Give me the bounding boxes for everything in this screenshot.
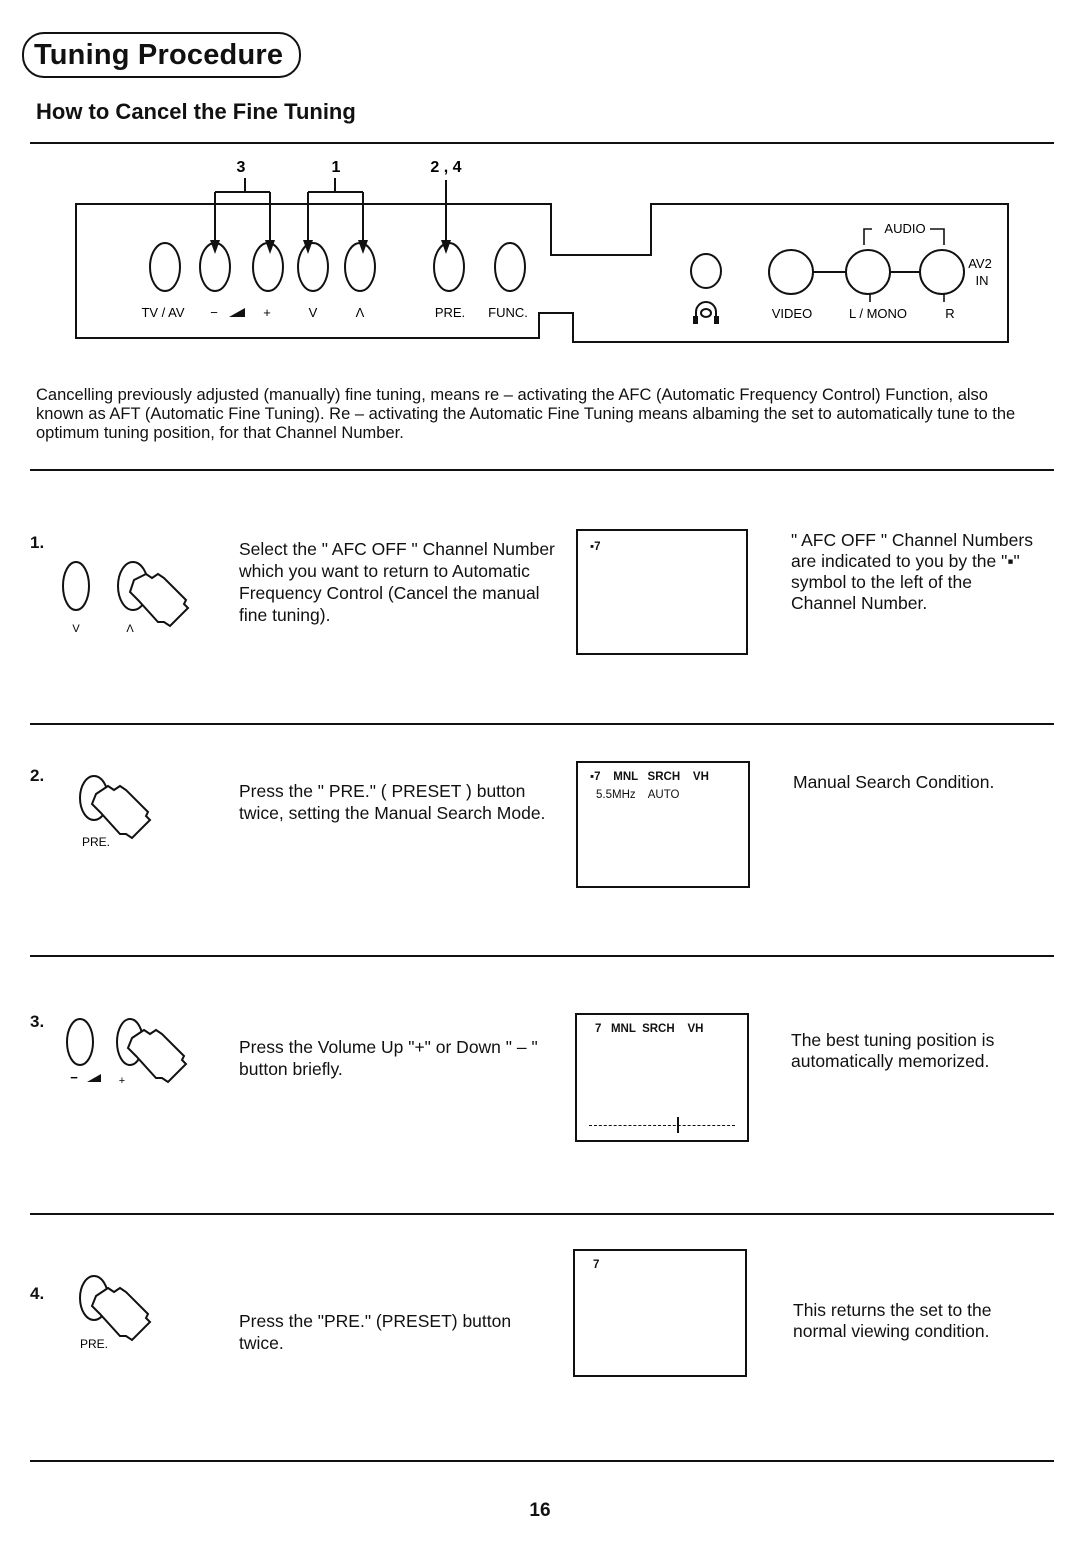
- audio-left-jack[interactable]: [845, 249, 891, 295]
- step-4-number: 4.: [30, 1284, 45, 1303]
- intro-paragraph: Cancelling previously adjusted (manually…: [36, 386, 1016, 442]
- screen-line-1: 7: [593, 1259, 600, 1271]
- callout-label-2-4: 2 , 4: [430, 159, 461, 176]
- headphone-jack-icon: [693, 301, 719, 324]
- tuning-position-marker: [676, 1117, 679, 1133]
- step-3-instruction: Press the Volume Up "+" or Down " – " bu…: [239, 1037, 538, 1079]
- preset-label: PRE.: [435, 305, 465, 320]
- section-title: Tuning Procedure: [34, 38, 284, 71]
- step-3-tv-screen: 7 MNL SRCH VH: [575, 1013, 749, 1142]
- av2-label: AV2: [968, 256, 992, 271]
- volume-down-label: −: [210, 305, 218, 320]
- step-4-tv-screen: 7: [573, 1249, 747, 1377]
- channel-down-label: V: [309, 305, 318, 320]
- volume-up-button[interactable]: [252, 242, 284, 292]
- preset-button[interactable]: [433, 242, 465, 292]
- divider: [30, 1460, 1054, 1462]
- pointing-hand-icon: [90, 1286, 152, 1342]
- step-1-label-up: Λ: [126, 623, 134, 635]
- step-3-note: The best tuning position is automaticall…: [791, 1030, 995, 1071]
- divider: [30, 1213, 1054, 1215]
- pointing-hand-icon: [126, 1028, 188, 1084]
- video-jack[interactable]: [768, 249, 814, 295]
- step-2-button-illustration: PRE.: [79, 775, 152, 849]
- callout-label-1: 1: [332, 159, 341, 176]
- channel-down-button[interactable]: [297, 242, 329, 292]
- screen-line-1: ▪7 MNL SRCH VH: [590, 771, 709, 783]
- headphone-jack[interactable]: [690, 253, 722, 289]
- step-2-number: 2.: [30, 766, 45, 785]
- screen-line-1: ▪7: [590, 541, 601, 553]
- audio-right-jack[interactable]: [919, 249, 965, 295]
- tv-av-label: TV / AV: [141, 305, 184, 320]
- pointing-hand-icon: [90, 784, 152, 840]
- step-1-note: " AFC OFF " Channel Numbers are indicate…: [791, 530, 1033, 613]
- step-1-tv-screen: ▪7: [576, 529, 748, 655]
- tv-control-panel-diagram: 3 1 2 , 4 TV / AV − + V Λ PRE. FUNC. AUD…: [75, 159, 1009, 343]
- step-4-label-pre: PRE.: [80, 1337, 108, 1351]
- arrow-heads: [210, 240, 451, 254]
- divider: [30, 469, 1054, 471]
- step-4-instruction: Press the "PRE." (PRESET) button twice.: [239, 1311, 512, 1353]
- function-button[interactable]: [494, 242, 526, 292]
- step-3-number: 3.: [30, 1012, 45, 1031]
- step-2-instruction: Press the " PRE." ( PRESET ) button twic…: [239, 781, 546, 823]
- volume-up-label: +: [263, 305, 271, 320]
- step-1-instruction: Select the " AFC OFF " Channel Number wh…: [239, 539, 555, 625]
- step-3-button-illustration: − +: [66, 1018, 188, 1087]
- step-2-note: Manual Search Condition.: [793, 772, 995, 792]
- step-1-number: 1.: [30, 533, 45, 552]
- volume-wedge-icon: [229, 308, 245, 317]
- screen-line-2: 5.5MHz AUTO: [596, 789, 680, 801]
- step-1-label-down: V: [72, 623, 80, 635]
- divider: [30, 723, 1054, 725]
- page-subtitle: How to Cancel the Fine Tuning: [36, 99, 356, 124]
- fine-tuning-bar: [589, 1117, 735, 1133]
- channel-up-label: Λ: [356, 305, 365, 320]
- callout-arrows: [214, 178, 447, 245]
- section-title-badge: Tuning Procedure: [22, 32, 302, 78]
- function-label: FUNC.: [488, 305, 528, 320]
- pointing-hand-icon: [128, 572, 190, 628]
- divider: [30, 955, 1054, 957]
- step-2-tv-screen: ▪7 MNL SRCH VH 5.5MHz AUTO: [576, 761, 750, 888]
- step-3-label-minus: −: [70, 1070, 78, 1085]
- divider: [30, 142, 1054, 144]
- step-4-button-illustration: PRE.: [79, 1275, 152, 1351]
- volume-wedge-icon: [87, 1074, 101, 1082]
- right-jack-label: R: [945, 306, 954, 321]
- volume-down-button-icon: [66, 1018, 94, 1066]
- channel-down-button-icon: [62, 561, 90, 611]
- step-2-label-pre: PRE.: [82, 835, 110, 849]
- audio-group-label: AUDIO: [884, 221, 925, 236]
- step-1-button-illustration: V Λ: [62, 561, 190, 635]
- left-mono-jack-label: L / MONO: [849, 306, 907, 321]
- callout-label-3: 3: [237, 159, 246, 176]
- screen-line-1: 7 MNL SRCH VH: [595, 1023, 704, 1035]
- step-4-note: This returns the set to the normal viewi…: [793, 1300, 992, 1341]
- step-3-label-plus: +: [119, 1075, 125, 1087]
- video-jack-label: VIDEO: [772, 306, 812, 321]
- tv-av-button[interactable]: [149, 242, 181, 292]
- channel-up-button[interactable]: [344, 242, 376, 292]
- av2-in-label: IN: [976, 273, 989, 288]
- page-number: 16: [529, 1500, 551, 1521]
